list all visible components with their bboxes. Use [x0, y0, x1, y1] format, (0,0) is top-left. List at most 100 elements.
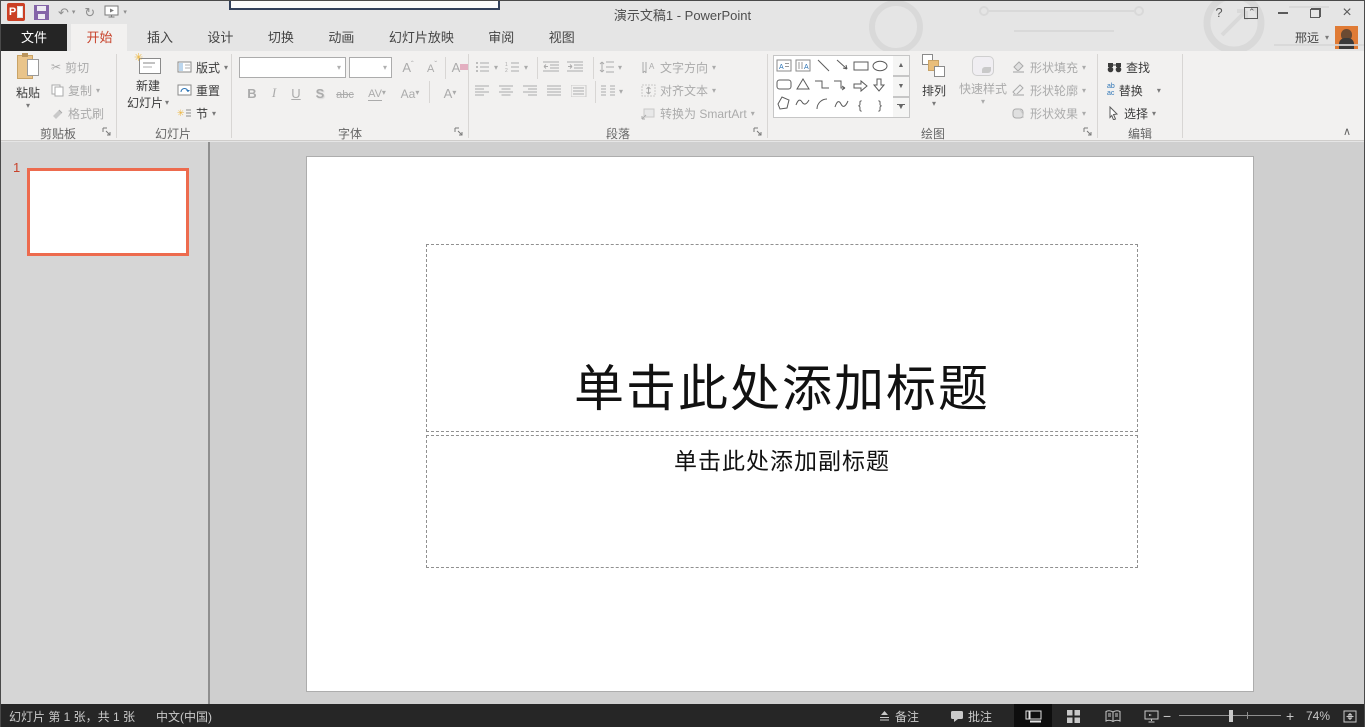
bullets-icon: [475, 61, 490, 73]
save-icon[interactable]: [34, 5, 49, 20]
customize-qat-icon[interactable]: ▾: [123, 8, 127, 16]
reading-view-button[interactable]: [1094, 704, 1132, 727]
new-slide-button[interactable]: ✳ 新建 幻灯片 ▾: [123, 54, 173, 111]
tab-file[interactable]: 文件: [1, 24, 67, 51]
distribute-button[interactable]: [571, 80, 587, 102]
user-name[interactable]: 邢远: [1295, 29, 1319, 46]
slide-canvas[interactable]: 单击此处添加标题 单击此处添加副标题: [306, 156, 1254, 692]
tab-review[interactable]: 审阅: [473, 24, 529, 51]
character-spacing-button[interactable]: AV ▾: [361, 82, 393, 104]
text-shadow-button[interactable]: S: [311, 82, 329, 104]
slide-editor-area: 单击此处添加标题 单击此处添加副标题: [210, 142, 1364, 704]
shape-outline-button[interactable]: 形状轮廓 ▾: [1011, 79, 1086, 101]
shrink-font-button[interactable]: Aˇ: [421, 56, 443, 78]
slide-thumbnail-1[interactable]: [27, 168, 189, 256]
zoom-level-button[interactable]: 74%: [1306, 704, 1330, 727]
underline-button[interactable]: U: [287, 82, 305, 104]
tab-view[interactable]: 视图: [534, 24, 590, 51]
subtitle-placeholder[interactable]: 单击此处添加副标题: [426, 435, 1138, 568]
font-name-combo[interactable]: ▾: [239, 57, 346, 78]
bold-button[interactable]: B: [243, 82, 261, 104]
shapes-more-button[interactable]: ▼: [893, 97, 910, 118]
bullets-button[interactable]: ▾: [475, 56, 498, 78]
strikethrough-button[interactable]: abc: [333, 82, 357, 104]
align-text-button[interactable]: 对齐文本 ▾: [641, 79, 716, 101]
reset-button[interactable]: 重置: [177, 79, 220, 101]
layout-button[interactable]: 版式 ▾: [177, 56, 228, 78]
slide-number: 1: [13, 160, 20, 175]
powerpoint-logo-icon[interactable]: P: [7, 3, 25, 21]
zoom-in-button[interactable]: +: [1286, 704, 1294, 727]
reset-label: 重置: [196, 82, 220, 99]
select-button[interactable]: 选择 ▾: [1107, 102, 1156, 124]
increase-indent-button[interactable]: [567, 56, 583, 78]
close-button[interactable]: ×: [1334, 3, 1360, 23]
language-indicator[interactable]: 中文(中国): [156, 704, 212, 727]
paragraph-dialog-launcher[interactable]: [753, 127, 763, 137]
paste-button[interactable]: 粘贴 ▾: [9, 54, 47, 110]
repeat-icon[interactable]: ↻: [84, 6, 95, 19]
font-size-combo[interactable]: ▾: [349, 57, 392, 78]
font-color-button[interactable]: A ▾: [435, 82, 465, 104]
zoom-out-button[interactable]: −: [1163, 704, 1171, 727]
ribbon-display-options-button[interactable]: [1238, 3, 1264, 23]
restore-button[interactable]: [1302, 3, 1328, 23]
shape-fill-button[interactable]: 形状填充 ▾: [1011, 56, 1086, 78]
comments-button[interactable]: 批注: [950, 704, 992, 727]
align-center-button[interactable]: [499, 80, 513, 102]
start-slideshow-icon[interactable]: [104, 5, 120, 19]
text-direction-button[interactable]: A 文字方向 ▾: [641, 56, 716, 78]
columns-button[interactable]: ▾: [601, 80, 623, 102]
shapes-scroll-up-button[interactable]: ▲: [893, 55, 910, 76]
title-placeholder[interactable]: 单击此处添加标题: [426, 244, 1138, 432]
user-avatar[interactable]: [1335, 26, 1358, 49]
align-right-button[interactable]: [523, 80, 537, 102]
shapes-gallery[interactable]: A A { }: [773, 55, 894, 118]
shape-effects-button[interactable]: 形状效果 ▾: [1011, 102, 1086, 124]
copy-button[interactable]: 复制 ▾: [51, 79, 100, 101]
align-left-button[interactable]: [475, 80, 489, 102]
justify-button[interactable]: [547, 80, 561, 102]
normal-view-button[interactable]: [1014, 704, 1052, 727]
svg-text:✳: ✳: [177, 108, 185, 118]
undo-icon[interactable]: ↶: [58, 6, 69, 19]
decrease-indent-button[interactable]: [543, 56, 559, 78]
change-case-button[interactable]: Aa ▾: [395, 82, 425, 104]
notes-button[interactable]: 备注: [878, 704, 919, 727]
line-spacing-button[interactable]: ▾: [599, 56, 622, 78]
undo-dropdown-icon[interactable]: ▾: [72, 8, 76, 16]
arrange-label: 排列: [922, 82, 946, 99]
user-dropdown-icon[interactable]: ▾: [1325, 33, 1329, 42]
tab-design[interactable]: 设计: [192, 24, 248, 51]
tab-transitions[interactable]: 切换: [253, 24, 309, 51]
zoom-in-label: +: [1286, 708, 1294, 724]
numbering-button[interactable]: 12 ▾: [505, 56, 528, 78]
help-button[interactable]: ?: [1206, 3, 1232, 23]
fit-slide-to-window-button[interactable]: [1343, 704, 1357, 727]
grow-font-button[interactable]: Aˆ: [397, 56, 419, 78]
drawing-dialog-launcher[interactable]: [1083, 127, 1093, 137]
tab-home[interactable]: 开始: [71, 24, 127, 51]
cut-button[interactable]: ✂ 剪切: [51, 56, 89, 78]
format-painter-button[interactable]: 格式刷: [51, 102, 104, 124]
zoom-slider-thumb[interactable]: [1229, 710, 1233, 722]
italic-button[interactable]: I: [265, 82, 283, 104]
find-button[interactable]: 查找: [1107, 56, 1150, 78]
slide-counter[interactable]: 幻灯片 第 1 张，共 1 张: [9, 704, 135, 727]
section-button[interactable]: ✳ 节 ▾: [177, 102, 216, 124]
slide-sorter-view-button[interactable]: [1054, 704, 1092, 727]
tab-slideshow[interactable]: 幻灯片放映: [374, 24, 469, 51]
minimize-button[interactable]: [1270, 3, 1296, 23]
clipboard-dialog-launcher[interactable]: [102, 127, 112, 137]
font-dialog-launcher[interactable]: [454, 127, 464, 137]
quick-styles-button[interactable]: 快速样式 ▾: [957, 54, 1009, 106]
shapes-scroll-down-button[interactable]: ▼: [893, 76, 910, 97]
collapse-ribbon-button[interactable]: ∧: [1343, 125, 1351, 138]
tab-animations[interactable]: 动画: [313, 24, 369, 51]
arrange-button[interactable]: 排列 ▾: [913, 54, 955, 108]
convert-smartart-button[interactable]: 转换为 SmartArt ▾: [641, 102, 755, 124]
replace-button[interactable]: abac 替换 ▾: [1107, 79, 1161, 101]
align-right-icon: [523, 85, 537, 97]
tab-insert[interactable]: 插入: [132, 24, 188, 51]
new-slide-icon: ✳: [135, 54, 161, 74]
